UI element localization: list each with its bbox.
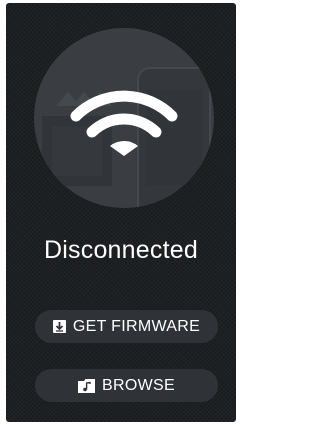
browse-label: BROWSE <box>102 376 175 394</box>
browse-button[interactable]: BROWSE <box>35 369 218 402</box>
download-icon <box>52 320 66 333</box>
connection-illustration <box>34 28 214 208</box>
app-screen: Disconnected GET FIRMWARE BROWSE <box>6 3 236 422</box>
music-folder-icon <box>78 378 96 393</box>
get-firmware-label: GET FIRMWARE <box>72 317 201 335</box>
connection-status: Disconnected <box>44 236 198 264</box>
get-firmware-button[interactable]: GET FIRMWARE <box>35 310 218 343</box>
